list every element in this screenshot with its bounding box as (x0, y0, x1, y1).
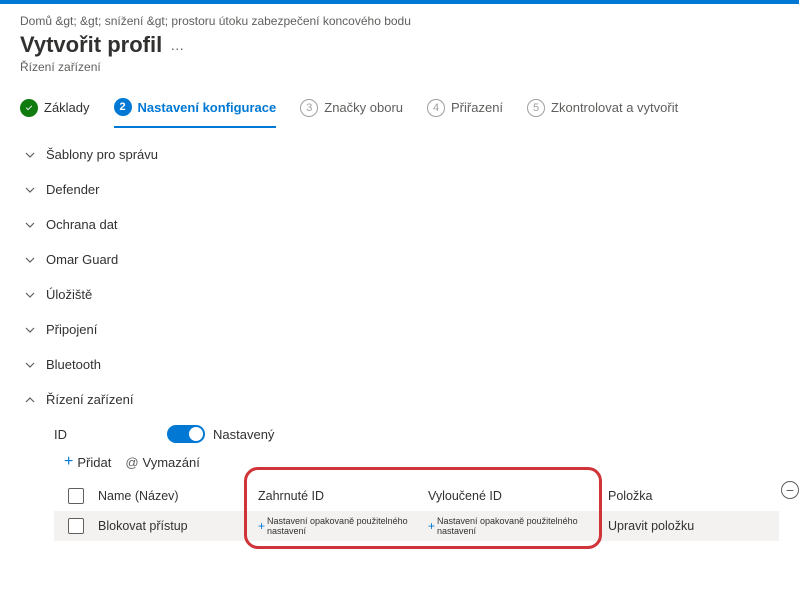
accordion-storage[interactable]: Úložiště (20, 277, 779, 312)
chevron-down-icon (24, 289, 36, 301)
accordion-admin-templates[interactable]: Šablony pro správu (20, 137, 779, 172)
toggle-knob (189, 427, 203, 441)
row-checkbox[interactable] (68, 518, 84, 534)
page-header: Domů &gt; &gt; snížení &gt; prostoru úto… (0, 4, 799, 80)
col-excluded: Vyloučené ID (428, 489, 608, 503)
accordion-label: Úložiště (46, 287, 92, 302)
tiny-link-label: Nastavení opakovaně použitelného nastave… (437, 516, 608, 536)
step-number-icon: 2 (114, 98, 132, 116)
excluded-settings-link[interactable]: + Nastavení opakovaně použitelného nasta… (428, 516, 608, 536)
step-number-icon: 4 (427, 99, 445, 117)
plus-icon: + (258, 519, 265, 533)
chevron-up-icon (24, 394, 36, 406)
accordion-defender[interactable]: Defender (20, 172, 779, 207)
page-subtitle: Řízení zařízení (20, 60, 779, 74)
clear-button[interactable]: @ Vymazání (125, 455, 200, 470)
accordion-label: Omar Guard (46, 252, 118, 267)
step-label: Přiřazení (451, 100, 503, 115)
accordion-connectivity[interactable]: Připojení (20, 312, 779, 347)
col-item: Položka (608, 489, 728, 503)
step-config[interactable]: 2 Nastavení konfigurace (114, 98, 277, 128)
cell-name: Blokovat přístup (98, 519, 258, 533)
step-assignments[interactable]: 4 Přiřazení (427, 99, 503, 127)
table-row: Blokovat přístup + Nastavení opakovaně p… (54, 511, 779, 541)
accordion-data-protection[interactable]: Ochrana dat (20, 207, 779, 242)
clear-label: Vymazání (143, 455, 200, 470)
included-settings-link[interactable]: + Nastavení opakovaně použitelného nasta… (258, 516, 428, 536)
accordion-omar-guard[interactable]: Omar Guard (20, 242, 779, 277)
chevron-down-icon (24, 254, 36, 266)
device-control-panel: ID Nastavený + Přidat @ Vymazání Name (N… (20, 417, 779, 541)
accordion-label: Připojení (46, 322, 97, 337)
chevron-down-icon (24, 149, 36, 161)
col-name: Name (Název) (98, 489, 258, 503)
chevron-down-icon (24, 324, 36, 336)
step-number-icon: 3 (300, 99, 318, 117)
plus-icon: + (64, 453, 73, 471)
select-all-checkbox[interactable] (68, 488, 84, 504)
id-label: ID (54, 427, 67, 442)
plus-icon: + (428, 519, 435, 533)
add-label: Přidat (77, 455, 111, 470)
step-label: Zkontrolovat a vytvořit (551, 100, 678, 115)
table-header-row: Name (Název) Zahrnuté ID Vyloučené ID Po… (54, 481, 779, 511)
step-basics[interactable]: Základy (20, 99, 90, 127)
accordion-label: Ochrana dat (46, 217, 118, 232)
step-label: Nastavení konfigurace (138, 100, 277, 115)
chevron-down-icon (24, 219, 36, 231)
accordion-device-control[interactable]: Řízení zařízení (20, 382, 779, 417)
configured-toggle[interactable] (167, 425, 205, 443)
at-icon: @ (125, 455, 138, 470)
breadcrumb[interactable]: Domů &gt; &gt; snížení &gt; prostoru úto… (20, 14, 779, 28)
add-button[interactable]: + Přidat (64, 453, 111, 471)
chevron-down-icon (24, 184, 36, 196)
remove-row-button[interactable]: − (781, 481, 799, 499)
more-icon[interactable]: … (170, 37, 185, 53)
accordion-label: Řízení zařízení (46, 392, 133, 407)
step-scope-tags[interactable]: 3 Značky oboru (300, 99, 403, 127)
accordion-label: Defender (46, 182, 99, 197)
accordion-bluetooth[interactable]: Bluetooth (20, 347, 779, 382)
step-label: Základy (44, 100, 90, 115)
toggle-label: Nastavený (213, 427, 274, 442)
wizard-steps: Základy 2 Nastavení konfigurace 3 Značky… (0, 80, 799, 127)
chevron-down-icon (24, 359, 36, 371)
accordion-label: Bluetooth (46, 357, 101, 372)
step-number-icon: 5 (527, 99, 545, 117)
config-body: Šablony pro správu Defender Ochrana dat … (0, 127, 799, 561)
page-title: Vytvořit profil (20, 32, 162, 58)
accordion-label: Šablony pro správu (46, 147, 158, 162)
step-label: Značky oboru (324, 100, 403, 115)
rules-table: Name (Název) Zahrnuté ID Vyloučené ID Po… (54, 481, 779, 541)
edit-item-link[interactable]: Upravit položku (608, 519, 694, 533)
step-review[interactable]: 5 Zkontrolovat a vytvořit (527, 99, 678, 127)
tiny-link-label: Nastavení opakovaně použitelného nastave… (267, 516, 428, 536)
col-included: Zahrnuté ID (258, 489, 428, 503)
check-icon (20, 99, 38, 117)
